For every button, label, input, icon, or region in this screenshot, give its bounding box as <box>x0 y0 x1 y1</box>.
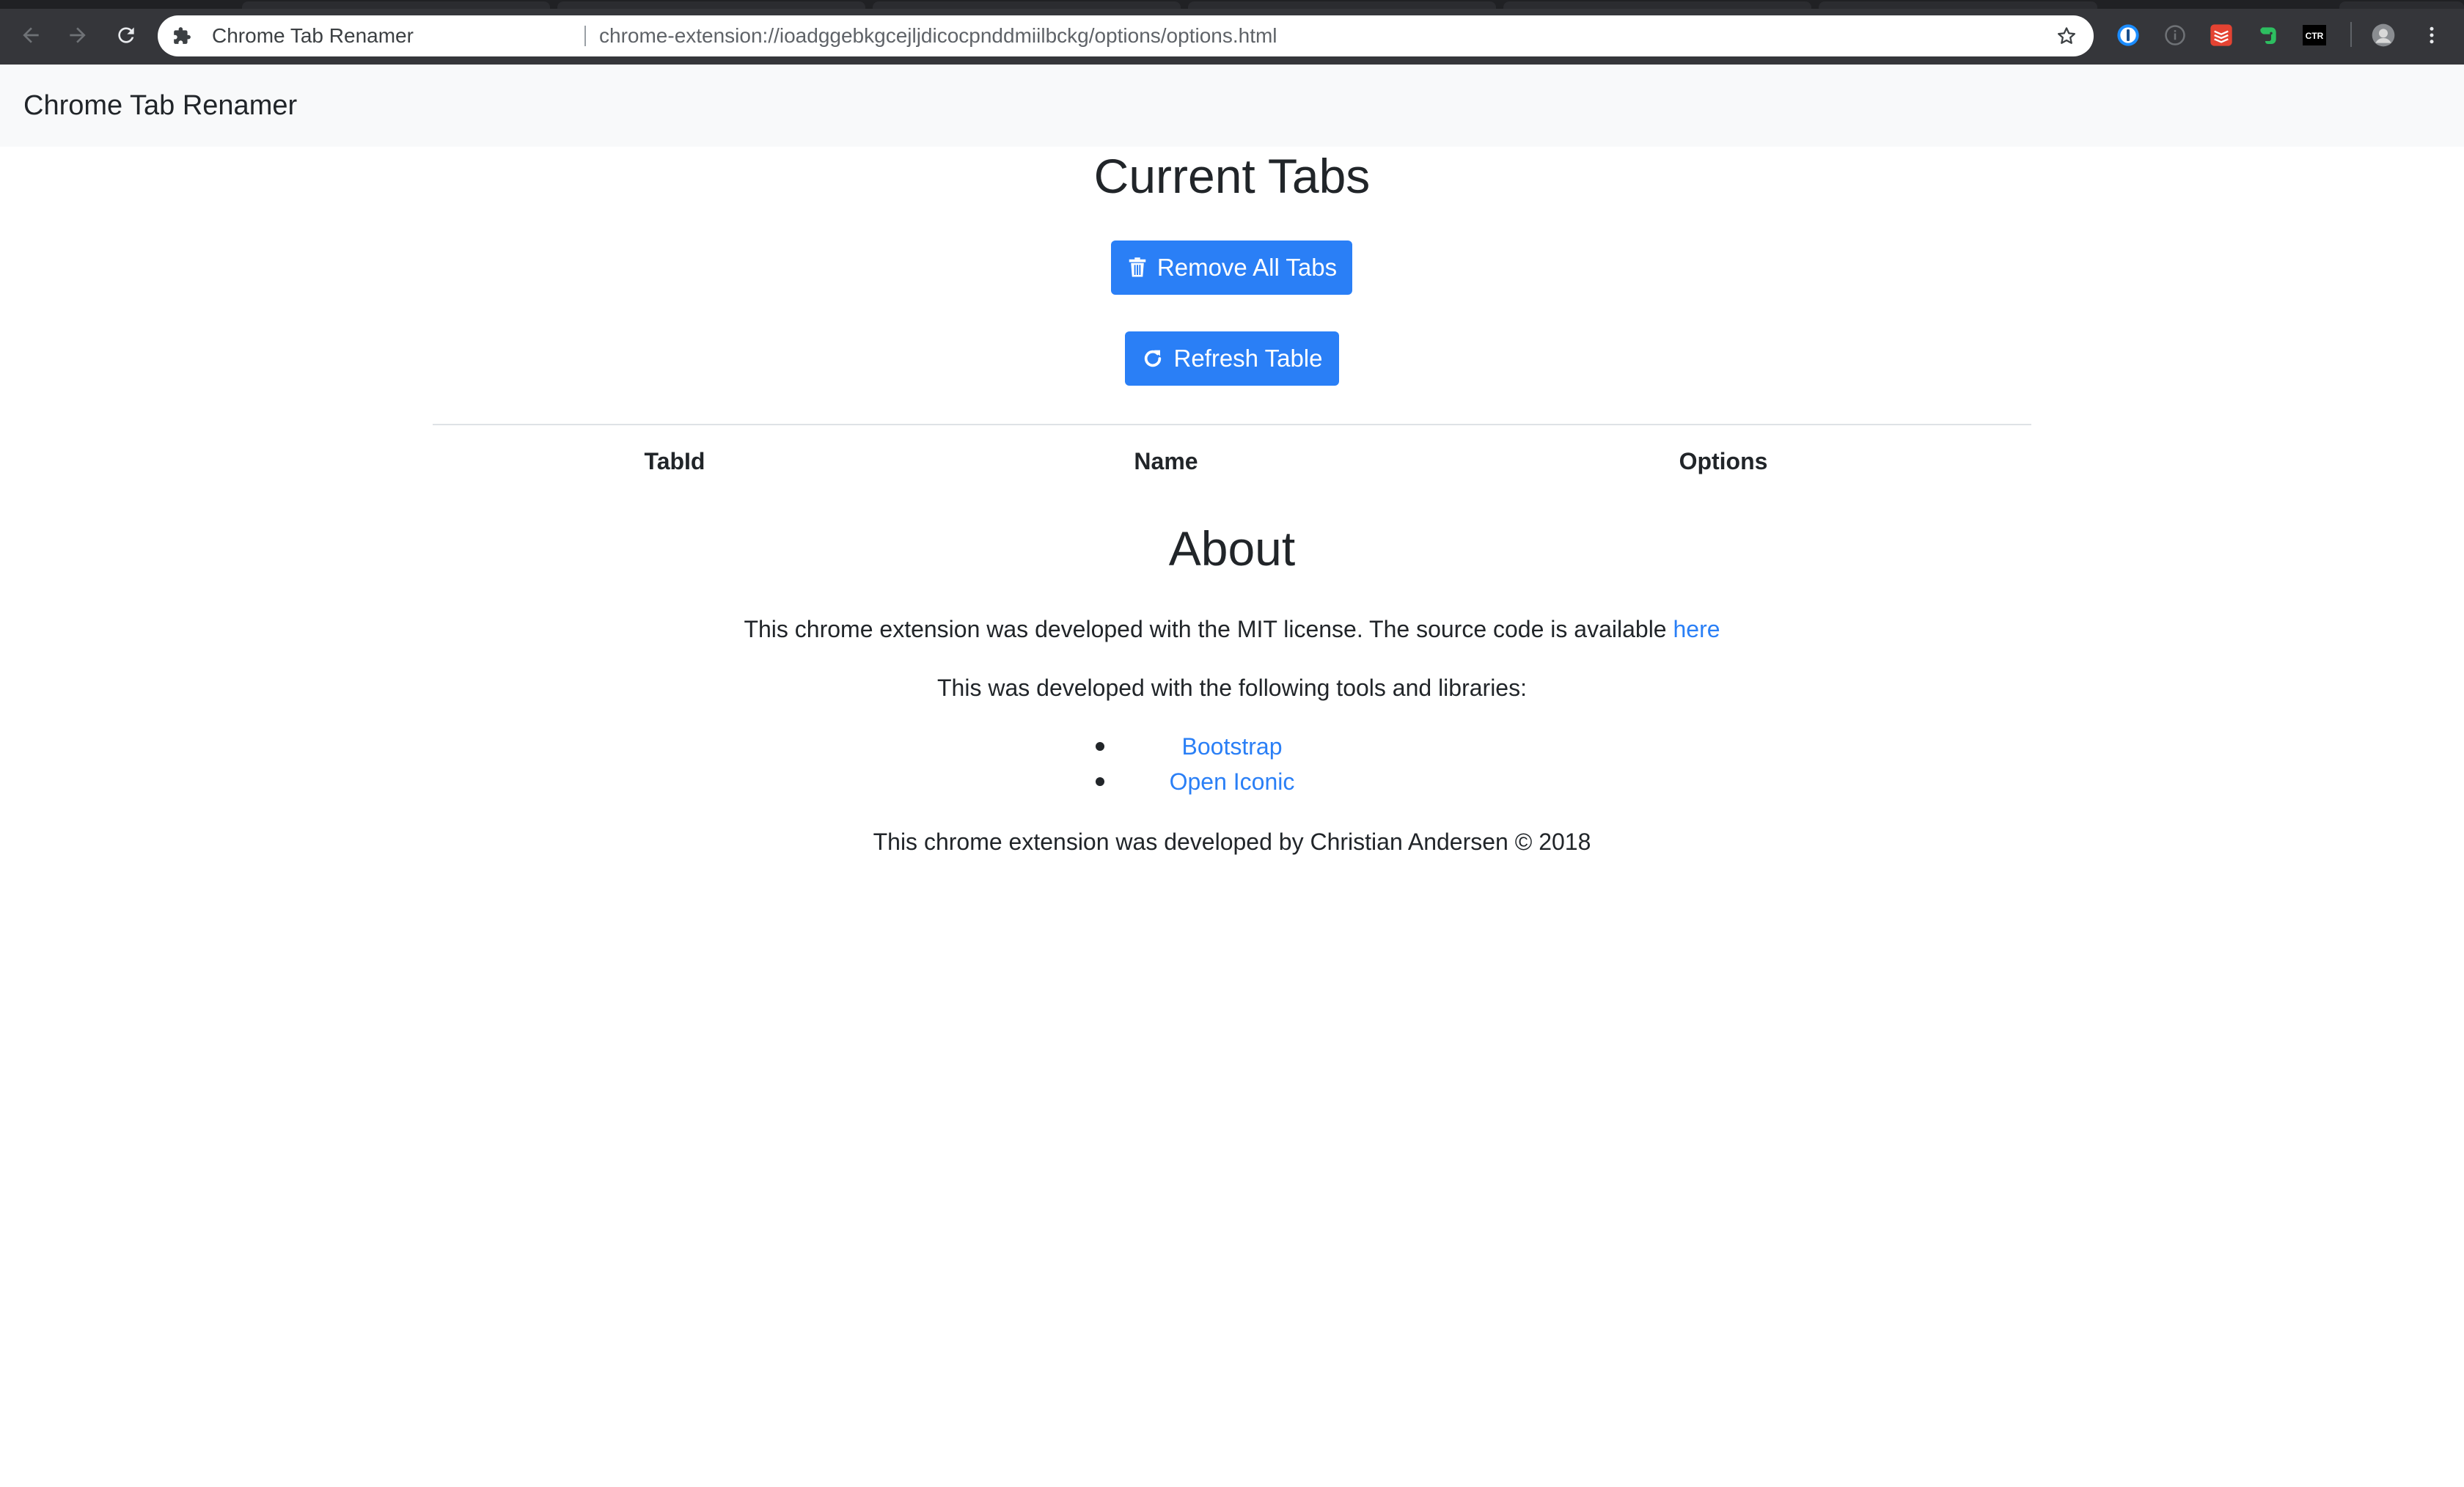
refresh-table-button[interactable]: Refresh Table <box>1125 331 1339 386</box>
evernote-icon[interactable] <box>2256 23 2280 47</box>
navbar-brand[interactable]: Chrome Tab Renamer <box>23 65 297 147</box>
onepassword-icon[interactable] <box>2116 23 2140 47</box>
license-text: This chrome extension was developed with… <box>744 616 1673 642</box>
about-heading: About <box>1168 521 1296 576</box>
puzzle-icon <box>174 27 191 44</box>
table-top-border <box>433 424 2031 425</box>
page-navbar: Chrome Tab Renamer <box>0 65 2464 147</box>
arrow-left-icon <box>23 27 39 43</box>
license-paragraph: This chrome extension was developed with… <box>0 610 2464 648</box>
browser-tab[interactable] <box>1819 1 2097 9</box>
remove-all-tabs-button[interactable]: Remove All Tabs <box>1111 241 1352 295</box>
list-item: Open Iconic <box>0 764 2464 799</box>
omnibox-separator <box>584 26 586 46</box>
ctr-icon-label: CTR <box>2306 31 2324 41</box>
address-bar[interactable]: Chrome Tab Renamer chrome-extension://io… <box>158 15 2094 56</box>
refresh-table-label: Refresh Table <box>1173 345 1323 372</box>
remove-all-tabs-label: Remove All Tabs <box>1156 254 1338 281</box>
source-code-link[interactable]: here <box>1673 616 1720 642</box>
tools-paragraph: This was developed with the following to… <box>937 675 1527 701</box>
arrow-right-icon <box>70 27 86 43</box>
browser-tab[interactable] <box>1503 1 1811 9</box>
browser-tab[interactable] <box>2339 1 2464 9</box>
forward-button[interactable] <box>63 21 92 50</box>
browser-tab[interactable] <box>873 1 1181 9</box>
browser-toolbar: Chrome Tab Renamer chrome-extension://io… <box>0 0 2464 65</box>
open-iconic-link[interactable]: Open Iconic <box>1170 768 1295 795</box>
site-name: Chrome Tab Renamer <box>212 24 414 47</box>
kebab-menu-icon <box>2430 26 2434 44</box>
todoist-icon[interactable] <box>2210 23 2233 47</box>
info-icon[interactable] <box>2163 23 2187 47</box>
bootstrap-link[interactable]: Bootstrap <box>1182 733 1283 760</box>
column-header-tabid: TabId <box>644 448 705 474</box>
back-button[interactable] <box>16 21 45 50</box>
reload-icon <box>118 27 134 43</box>
ctr-icon[interactable]: CTR <box>2303 23 2326 47</box>
column-header-options: Options <box>1679 448 1768 474</box>
current-tabs-heading: Current Tabs <box>1093 149 1371 203</box>
url-text[interactable]: chrome-extension://ioadggebkgcejljdicocp… <box>599 15 1277 56</box>
trash-icon <box>1129 257 1146 277</box>
refresh-icon <box>1145 350 1162 367</box>
browser-tab[interactable] <box>557 1 865 9</box>
browser-tab[interactable] <box>242 1 550 9</box>
list-item: Bootstrap <box>0 729 2464 764</box>
chrome-menu-button[interactable] <box>2420 23 2443 47</box>
column-header-name: Name <box>1134 448 1198 474</box>
avatar[interactable] <box>2372 23 2395 47</box>
reload-button[interactable] <box>111 21 141 50</box>
tab-strip <box>0 0 2464 9</box>
footer-text: This chrome extension was developed by C… <box>873 829 1591 855</box>
bookmark-star-icon[interactable] <box>2056 25 2078 47</box>
toolbar-divider <box>2350 22 2352 47</box>
browser-tab[interactable] <box>1188 1 1496 9</box>
